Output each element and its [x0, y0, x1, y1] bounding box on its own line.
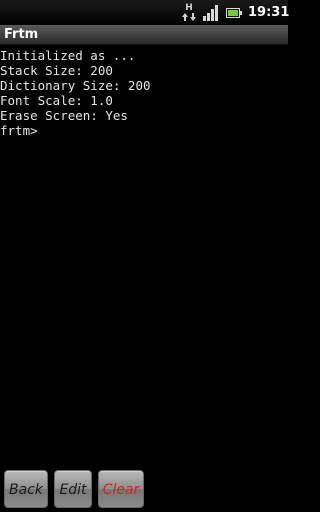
console-line: Initialized as ...	[0, 48, 136, 63]
device-screen: H 19:31 Frtm Initialized as ... Stack Si…	[0, 0, 290, 512]
hspa-data-icon: H	[182, 4, 196, 21]
console-line: Dictionary Size: 200	[0, 78, 151, 93]
network-type-label: H	[185, 3, 193, 13]
title-bar: Frtm	[0, 25, 288, 45]
console-line: Erase Screen: Yes	[0, 108, 128, 123]
clear-button[interactable]: Clear	[98, 470, 144, 508]
edit-button[interactable]: Edit	[54, 470, 92, 508]
console-line: Font Scale: 1.0	[0, 93, 113, 108]
back-button[interactable]: Back	[4, 470, 48, 508]
status-clock: 19:31	[248, 5, 290, 20]
signal-strength-icon	[203, 5, 218, 21]
console-output[interactable]: Initialized as ... Stack Size: 200 Dicti…	[0, 48, 288, 460]
app-title: Frtm	[4, 27, 39, 42]
status-bar: H 19:31	[0, 0, 290, 25]
data-arrows-icon	[182, 13, 196, 21]
battery-icon	[226, 8, 242, 18]
console-prompt[interactable]: frtm>	[0, 123, 288, 138]
console-line: Stack Size: 200	[0, 63, 113, 78]
